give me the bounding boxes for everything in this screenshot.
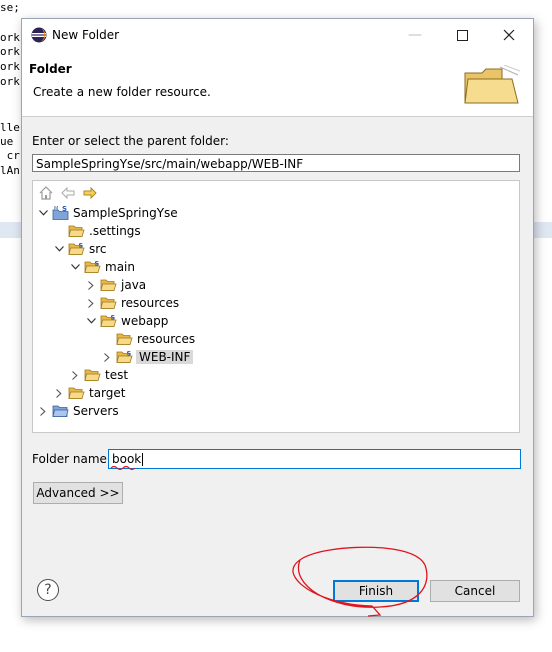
spring-project-icon: MS [52, 205, 69, 220]
tree-item-label: webapp [121, 314, 169, 328]
chevron-down-icon[interactable] [53, 243, 65, 255]
parent-folder-input[interactable]: SampleSpringYse/src/main/webapp/WEB-INF [32, 154, 520, 172]
code-line: ue [0, 135, 14, 148]
tree-item-label: resources [137, 332, 196, 346]
spring-folder-icon: S [116, 350, 133, 364]
minimize-button: — [408, 27, 422, 43]
dialog-title: New Folder [52, 28, 120, 42]
tree-item-label: test [105, 368, 129, 382]
tree-item[interactable]: resources [85, 294, 180, 312]
text-caret [142, 453, 144, 466]
svg-text:M: M [54, 206, 58, 212]
chevron-right-icon[interactable] [101, 351, 113, 363]
code-line: ork [0, 60, 20, 73]
tree-item[interactable]: .settings [53, 222, 142, 240]
svg-text:S: S [111, 314, 116, 322]
new-folder-dialog: New Folder — Folder Create a new folder … [21, 18, 534, 617]
folder-name-label: Folder name: [32, 452, 111, 466]
chevron-down-icon[interactable] [85, 315, 97, 327]
background-code-editor: se; ork ork ork ork lle ue cr lAn [0, 0, 22, 200]
chevron-down-icon[interactable] [37, 207, 49, 219]
svg-text:S: S [62, 206, 67, 213]
tree-item-label: .settings [89, 224, 141, 238]
folder-icon [68, 386, 85, 400]
cancel-button[interactable]: Cancel [430, 580, 520, 602]
chevron-right-icon[interactable] [85, 279, 97, 291]
tree-item-label: SampleSpringYse [73, 206, 178, 220]
tree-item[interactable]: resources [101, 330, 196, 348]
tree-item-label: Servers [73, 404, 119, 418]
maximize-button[interactable] [439, 19, 485, 51]
help-icon: ? [44, 582, 52, 598]
wizard-header: Folder Create a new folder resource. [22, 51, 533, 117]
tree-item-label: WEB-INF [136, 350, 194, 364]
code-line: se; [0, 1, 20, 14]
finish-button[interactable]: Finish [333, 580, 419, 602]
chevron-right-icon[interactable] [53, 387, 65, 399]
tree-item[interactable]: Ssrc [53, 240, 108, 258]
svg-text:S: S [79, 242, 84, 250]
tree-item-label: main [105, 260, 135, 274]
code-line: ork [0, 45, 20, 58]
spring-folder-icon: S [68, 242, 85, 256]
tree-item-label: target [89, 386, 126, 400]
svg-text:S: S [127, 350, 132, 358]
code-line: lle [0, 121, 20, 134]
folder-icon [100, 296, 117, 310]
svg-text:S: S [95, 260, 100, 268]
tree-item[interactable]: java [85, 276, 147, 294]
code-line: lAn [0, 164, 20, 177]
title-bar[interactable]: New Folder — [22, 19, 533, 51]
tree-item[interactable]: Swebapp [85, 312, 169, 330]
folder-icon [100, 278, 117, 292]
spellcheck-underline [110, 465, 136, 471]
tree-item[interactable]: S WEB-INF [101, 348, 194, 366]
tree-item[interactable]: Servers [37, 402, 120, 420]
forward-arrow-icon[interactable] [82, 185, 98, 201]
folder-icon [84, 368, 101, 382]
wizard-description: Create a new folder resource. [33, 85, 211, 99]
code-line: ork [0, 75, 20, 88]
folder-icon [68, 224, 85, 238]
tree-item[interactable]: Smain [69, 258, 136, 276]
folder-name-value: book [112, 452, 142, 466]
parent-folder-label: Enter or select the parent folder: [32, 134, 229, 148]
close-button[interactable] [486, 19, 532, 51]
advanced-button[interactable]: Advanced >> [33, 482, 123, 504]
chevron-right-icon[interactable] [69, 369, 81, 381]
tree-item[interactable]: M S SampleSpringYse [37, 204, 179, 222]
chevron-right-icon[interactable] [85, 297, 97, 309]
chevron-right-icon[interactable] [37, 405, 49, 417]
maximize-icon [456, 29, 468, 41]
folder-name-input[interactable]: book [108, 449, 521, 469]
folder-tree[interactable]: M S SampleSpringYse .settings Ssrc Smain java r… [32, 180, 520, 433]
tree-item-label: src [89, 242, 107, 256]
chevron-down-icon[interactable] [69, 261, 81, 273]
folder-icon [116, 332, 133, 346]
back-arrow-icon[interactable] [60, 185, 76, 201]
code-line: ork [0, 31, 20, 44]
tree-toolbar [38, 185, 98, 201]
wizard-title: Folder [29, 62, 72, 76]
tree-item[interactable]: test [69, 366, 129, 384]
home-icon[interactable] [38, 185, 54, 201]
tree-item-label: resources [121, 296, 180, 310]
help-button[interactable]: ? [37, 579, 59, 601]
tree-item-label: java [121, 278, 147, 292]
code-line: cr [0, 149, 20, 162]
folder-wizard-banner-icon [464, 65, 520, 104]
eclipse-logo-icon [31, 27, 47, 43]
spring-folder-icon: S [100, 314, 117, 328]
tree-item[interactable]: target [53, 384, 127, 402]
servers-project-icon [52, 404, 69, 418]
spring-folder-icon: S [84, 260, 101, 274]
close-icon [503, 29, 515, 41]
